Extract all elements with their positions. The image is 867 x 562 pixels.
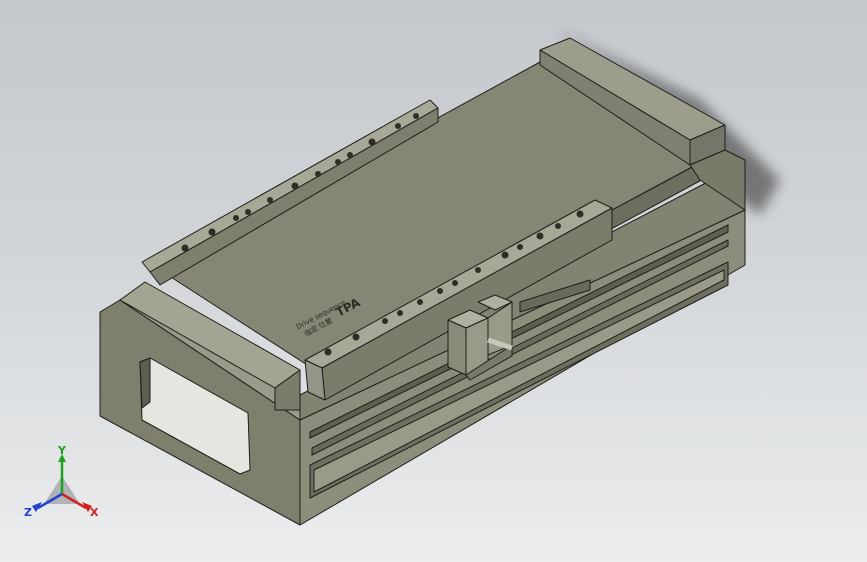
orientation-triad[interactable]: Y X Z: [22, 446, 112, 526]
end-window-inner: [139, 357, 151, 409]
cad-viewport[interactable]: Drive sequence 指定 位置 TPA Y X Z: [0, 0, 867, 562]
y-axis-label: Y: [57, 446, 67, 457]
linear-stage-model[interactable]: Drive sequence 指定 位置 TPA: [0, 0, 867, 562]
x-axis-label: X: [90, 506, 99, 519]
sensor-left: [447, 319, 467, 376]
z-axis-label: Z: [24, 506, 32, 519]
stage-body: [99, 37, 746, 526]
